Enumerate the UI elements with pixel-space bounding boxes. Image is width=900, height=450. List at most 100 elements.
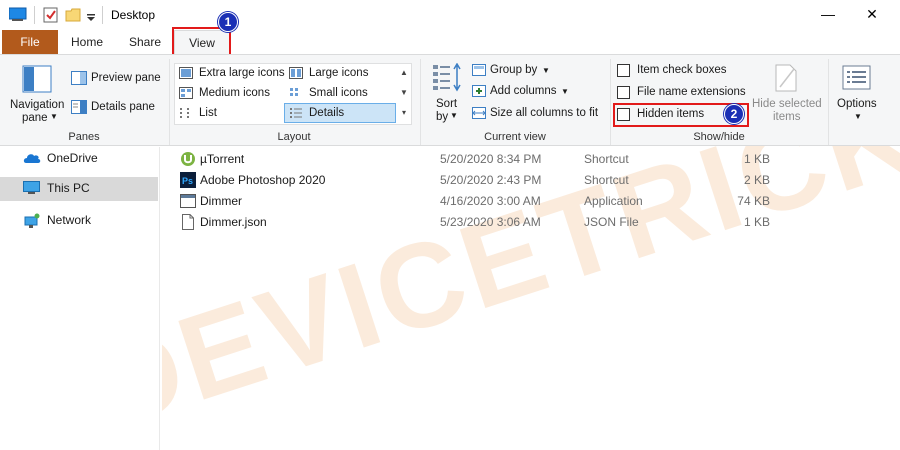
utorrent-icon (180, 151, 196, 170)
options-button[interactable]: Options (837, 98, 877, 110)
file-name: Adobe Photoshop 2020 (200, 173, 326, 187)
explorer-window-icon (8, 7, 27, 24)
large-icons-option[interactable]: Large icons (309, 67, 368, 79)
list-icon (179, 107, 193, 122)
file-date: 4/16/2020 3:00 AM (440, 194, 541, 208)
navigation-pane-icon (22, 65, 52, 98)
medium-icons-option[interactable]: Medium icons (199, 87, 270, 99)
nav-item-this-pc[interactable]: This PC (0, 177, 158, 201)
chevron-down-icon: ▼ (854, 112, 862, 121)
size-all-columns-button[interactable]: Size all columns to fit (490, 107, 598, 119)
add-columns-icon (472, 85, 486, 100)
file-size: 2 KB (743, 173, 770, 187)
details-view-icon (289, 107, 303, 122)
file-name-extensions-label: File name extensions (637, 86, 746, 98)
group-label-current-view: Current view (484, 131, 546, 143)
tab-file[interactable]: File (2, 30, 58, 54)
details-pane-icon (71, 100, 87, 117)
options-icon (842, 65, 872, 94)
layout-expand-icon[interactable]: ▾ (397, 103, 411, 123)
file-row[interactable]: Ps Adobe Photoshop 2020 5/20/2020 2:43 P… (176, 170, 796, 191)
preview-pane-button[interactable]: Preview pane (91, 72, 161, 84)
file-name-extensions-checkbox[interactable] (617, 86, 630, 99)
file-type: JSON File (584, 215, 639, 229)
preview-pane-icon (71, 71, 87, 88)
step-badge-1: 1 (218, 12, 238, 32)
hide-selected-items-icon (774, 63, 798, 96)
small-icons-option[interactable]: Small icons (309, 87, 368, 99)
photoshop-icon: Ps (180, 172, 196, 191)
properties-icon[interactable] (43, 7, 59, 26)
group-label-layout: Layout (277, 131, 311, 143)
svg-text:Ps: Ps (182, 176, 193, 186)
sort-by-icon (432, 62, 462, 98)
computer-icon (23, 181, 41, 198)
file-row[interactable]: µTorrent 5/20/2020 8:34 PM Shortcut 1 KB (176, 149, 796, 170)
file-size: 1 KB (743, 215, 770, 229)
title-bar: Desktop — ✕ (0, 0, 900, 30)
small-icons-icon (289, 87, 303, 102)
hide-selected-items-button[interactable]: Hide selected (752, 98, 822, 110)
file-date: 5/20/2020 8:34 PM (440, 152, 542, 166)
file-row[interactable]: Dimmer.json 5/23/2020 3:06 AM JSON File … (176, 212, 796, 233)
nav-pane-divider (159, 147, 160, 450)
group-label-show-hide: Show/hide (693, 131, 745, 143)
file-type: Shortcut (584, 152, 629, 166)
network-icon (23, 213, 41, 232)
group-by-icon (472, 64, 486, 79)
view-tab-highlight (172, 27, 231, 57)
minimize-button[interactable]: — (818, 4, 838, 24)
new-folder-icon[interactable] (65, 7, 81, 26)
ribbon-tabs: File Home Share View (0, 30, 900, 55)
file-date: 5/20/2020 2:43 PM (440, 173, 542, 187)
file-type: Shortcut (584, 173, 629, 187)
nav-item-network[interactable]: Network (0, 209, 158, 233)
add-columns-button[interactable]: Add columns (490, 85, 556, 97)
nav-label-onedrive: OneDrive (47, 151, 98, 165)
sort-by-label-line2: by (436, 111, 449, 123)
file-date: 5/23/2020 3:06 AM (440, 215, 541, 229)
tab-share[interactable]: Share (120, 30, 170, 54)
nav-label-network: Network (47, 213, 92, 227)
navigation-pane-label-line2: pane (22, 112, 48, 124)
file-name: Dimmer.json (200, 215, 267, 229)
onedrive-icon (23, 151, 41, 168)
large-icons-icon (289, 67, 303, 82)
item-check-boxes-checkbox[interactable] (617, 64, 630, 77)
file-row[interactable]: Dimmer 4/16/2020 3:00 AM Application 74 … (176, 191, 796, 212)
chevron-down-icon: ▼ (561, 87, 569, 96)
chevron-down-icon: ▼ (450, 111, 458, 120)
navigation-pane-button[interactable]: Navigation (10, 99, 64, 111)
item-check-boxes-label: Item check boxes (637, 64, 727, 76)
size-columns-icon (472, 107, 486, 122)
ribbon-view: Navigation pane ▼ Preview pane Details p… (0, 54, 900, 146)
group-by-button[interactable]: Group by (490, 64, 537, 76)
sort-by-button[interactable]: Sort (436, 98, 457, 110)
group-label-panes: Panes (68, 131, 100, 143)
extra-large-icons-option[interactable]: Extra large icons (199, 67, 285, 79)
application-icon (180, 193, 196, 212)
layout-scroll-down-icon[interactable]: ▼ (397, 83, 411, 103)
chevron-down-icon: ▼ (50, 112, 58, 121)
details-pane-button[interactable]: Details pane (91, 101, 155, 113)
extra-large-icons-icon (179, 67, 193, 82)
step-badge-2: 2 (724, 104, 744, 124)
file-name: µTorrent (200, 152, 245, 166)
tab-home[interactable]: Home (62, 30, 112, 54)
medium-icons-icon (179, 87, 193, 102)
navigation-pane: OneDrive This PC Network (0, 147, 162, 450)
details-option[interactable]: Details (309, 107, 344, 119)
nav-label-this-pc: This PC (47, 181, 90, 195)
hide-selected-items-label-line2: items (773, 111, 801, 123)
close-button[interactable]: ✕ (862, 4, 882, 24)
list-option[interactable]: List (199, 107, 217, 119)
customize-toolbar-dropdown-icon[interactable] (86, 11, 96, 25)
nav-item-onedrive[interactable]: OneDrive (0, 147, 158, 171)
file-type: Application (584, 194, 643, 208)
file-name: Dimmer (200, 194, 242, 208)
window-title: Desktop (111, 8, 156, 22)
layout-scroll-up-icon[interactable]: ▲ (397, 63, 411, 83)
file-size: 74 KB (737, 194, 770, 208)
document-icon (180, 214, 196, 233)
chevron-down-icon: ▼ (542, 66, 550, 75)
